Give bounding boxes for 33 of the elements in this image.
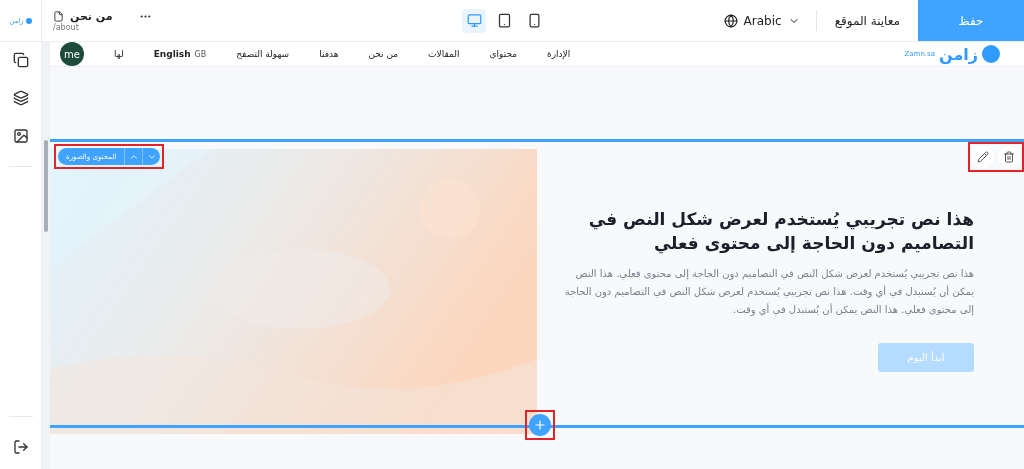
flag-code: GB [194, 49, 207, 59]
exit-icon[interactable] [12, 439, 29, 455]
globe-icon [723, 13, 738, 28]
trash-icon [1003, 151, 1015, 163]
preview-button[interactable]: معاينة الموقع [816, 0, 918, 41]
delete-button[interactable] [998, 146, 1020, 168]
nav-link[interactable]: هدفنا [319, 49, 339, 59]
avatar[interactable]: me [60, 42, 84, 66]
phone-icon [526, 13, 542, 28]
image-icon[interactable] [12, 128, 29, 144]
site-logo: زامن [939, 44, 978, 64]
nav-link[interactable]: المقالات [428, 49, 460, 59]
plus-icon [533, 418, 547, 432]
page-title: من نحن [70, 9, 113, 23]
monitor-icon [466, 13, 482, 28]
nav-link[interactable]: محتواي [489, 49, 517, 59]
section-text: هذا نص تجريبي يُستخدم لعرض شكل النص في التصاميم دون الحاجة إلى محتوى فعلي. هذا النص يمكن أن يُستبدل في أي وقت. هذا نص تجريبي يُستخدم لعرض شكل النص في التصاميم دون الحاجة إلى محتوى فعلي. هذا النص يمكن أن يُستبدل في أي وقت. [563, 267, 974, 318]
nav-link[interactable]: سهولة التصفح [236, 49, 290, 59]
pages-icon[interactable] [12, 52, 29, 68]
pencil-icon [977, 151, 989, 163]
page-icon [53, 10, 64, 22]
edit-button[interactable] [972, 146, 994, 168]
tablet-icon [496, 13, 512, 28]
layers-icon[interactable] [12, 90, 29, 106]
nav-link[interactable]: لها [114, 49, 124, 59]
nav-link[interactable]: من نحن [368, 49, 399, 59]
nav-link[interactable]: الإدارة [547, 49, 571, 59]
language-dropdown[interactable]: Arabic [707, 0, 816, 41]
desktop-view-button[interactable] [462, 8, 486, 33]
section-heading: هذا نص تجريبي يُستخدم لعرض شكل النص في التصاميم دون الحاجة إلى محتوى فعلي [587, 208, 974, 255]
language-link[interactable]: English [153, 49, 191, 59]
logo-icon [982, 45, 1000, 63]
page-path: /about [53, 22, 79, 32]
